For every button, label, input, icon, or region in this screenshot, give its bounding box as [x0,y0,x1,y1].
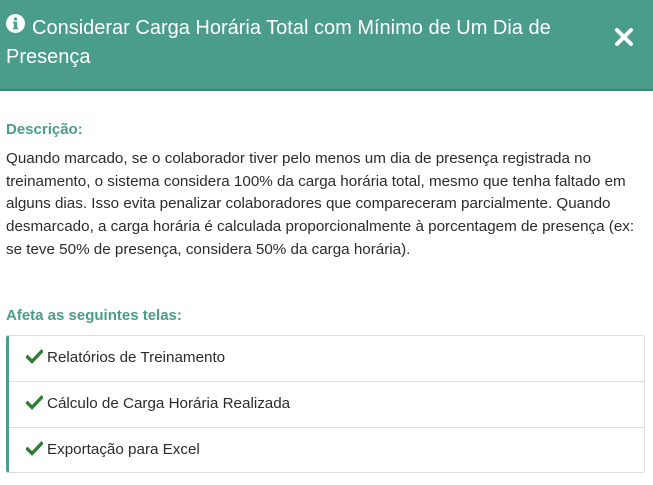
modal-title-text: Considerar Carga Horária Total com Mínim… [6,17,551,68]
description-text: Quando marcado, se o colaborador tiver p… [6,150,635,258]
modal-title: Considerar Carga Horária Total com Mínim… [6,14,596,72]
info-modal: Considerar Carga Horária Total com Mínim… [0,0,653,485]
info-circle-icon [6,14,25,33]
close-button[interactable] [613,26,635,48]
check-icon [26,349,43,364]
list-item-label: Cálculo de Carga Horária Realizada [47,395,291,412]
affected-screens-label: Afeta as seguintes telas: [6,307,182,324]
check-icon [26,441,43,456]
close-icon [615,28,633,46]
modal-header: Considerar Carga Horária Total com Mínim… [0,0,653,91]
affected-screens-list: Relatórios de Treinamento Cálculo de Car… [6,335,645,473]
list-item: Relatórios de Treinamento [9,336,644,382]
check-icon [26,395,43,410]
list-item: Cálculo de Carga Horária Realizada [9,382,644,428]
list-item: Exportação para Excel [9,428,644,472]
list-item-label: Relatórios de Treinamento [47,349,226,366]
list-item-label: Exportação para Excel [47,441,200,458]
description-label: Descrição: [6,121,83,138]
